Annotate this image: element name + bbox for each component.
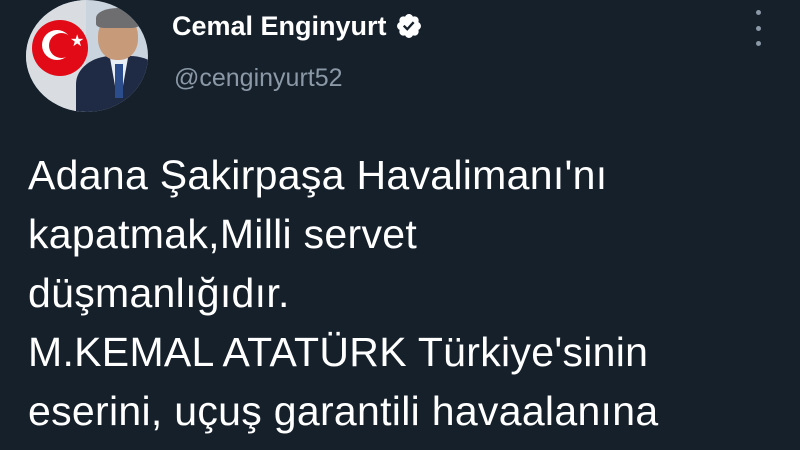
verified-badge-icon [396,14,421,38]
tweet-text-line: düşmanlığıdır. [28,270,290,316]
star-icon: ★ [70,33,85,50]
tweet-text: Adana Şakirpaşa Havalimanı'nı kapatmak,M… [28,146,788,441]
author-handle[interactable]: @cenginyurt52 [174,64,343,93]
tweet-text-line: eserini, uçuş garantili havaalanına [28,388,659,434]
tweet-text-line: Adana Şakirpaşa Havalimanı'nı [28,152,608,198]
author-name-row: Cemal Enginyurt [172,8,423,44]
author-avatar[interactable]: ★ [26,0,148,112]
author-display-name[interactable]: Cemal Enginyurt [172,11,387,42]
tweet-card: ★ Cemal Enginyurt @cenginyurt52 Adana Şa… [0,0,800,450]
tweet-text-line: M.KEMAL ATATÜRK Türkiye'sinin [28,329,649,375]
more-options-icon[interactable] [748,10,768,46]
tweet-text-line: kapatmak,Milli servet [28,211,418,257]
